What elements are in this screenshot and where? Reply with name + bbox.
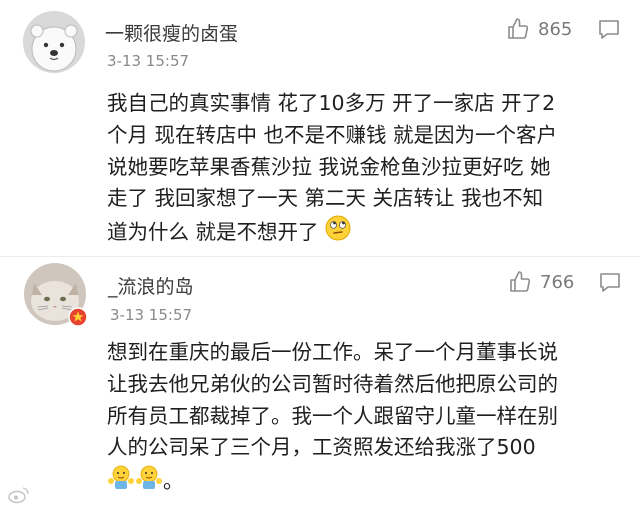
reply-button[interactable] bbox=[598, 270, 622, 298]
weibo-logo-icon bbox=[8, 487, 29, 504]
watermark bbox=[8, 486, 30, 504]
comment-text: 想到在重庆的最后一份工作。呆了一个月董事长说 让我去他兄弟伙的公司暂时待着然后他… bbox=[107, 337, 607, 500]
thumbs-up-icon bbox=[510, 271, 531, 292]
comment-line: 。 bbox=[163, 469, 184, 494]
comment-line: 想到在重庆的最后一份工作。呆了一个月董事长说 bbox=[107, 340, 558, 364]
comment-line: 所有员工都裁掉了。我一个人跟留守儿童一样在别 bbox=[107, 403, 558, 428]
comment-item: _流浪的岛 3-13 15:57 766 想到在重庆的最后一份工作。呆了一个月董… bbox=[0, 0, 640, 509]
username[interactable]: _流浪的岛 bbox=[108, 272, 194, 299]
verified-badge-icon bbox=[68, 307, 88, 327]
timestamp: 3-13 15:57 bbox=[110, 306, 193, 324]
comment-line-last: 。 bbox=[107, 464, 607, 500]
like-count: 766 bbox=[540, 271, 575, 293]
comment-line: 人的公司呆了三个月，工资照发还给我涨了500 bbox=[107, 435, 536, 460]
comment-line: 让我去他兄弟伙的公司暂时待着然后他把原公司的 bbox=[107, 371, 558, 396]
shrug-emoji-icon bbox=[135, 464, 163, 500]
like-button[interactable]: 766 bbox=[508, 270, 574, 294]
shrug-emoji-icon bbox=[107, 464, 135, 500]
comment-bubble-icon bbox=[600, 273, 620, 292]
